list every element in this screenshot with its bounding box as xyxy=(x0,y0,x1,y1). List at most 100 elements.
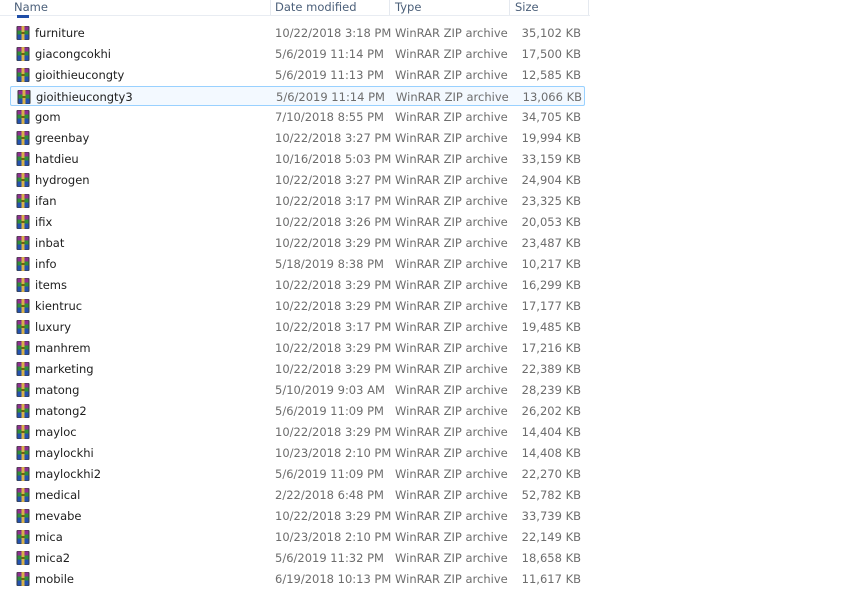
column-divider[interactable] xyxy=(270,0,271,15)
file-row[interactable]: medical 2/22/2018 6:48 PM WinRAR ZIP archi… xyxy=(10,485,585,505)
file-type: WinRAR ZIP archive xyxy=(395,257,508,271)
column-divider[interactable] xyxy=(389,0,390,15)
file-date-modified: 10/22/2018 3:17 PM xyxy=(275,320,392,334)
file-row[interactable]: mayloc 10/22/2018 3:29 PM WinRAR ZIP archi… xyxy=(10,422,585,442)
file-row[interactable]: matong2 5/6/2019 11:09 PM WinRAR ZIP archi… xyxy=(10,401,585,421)
file-date-modified: 5/6/2019 11:09 PM xyxy=(275,404,384,418)
winrar-archive-icon xyxy=(15,235,31,251)
file-row[interactable]: items 10/22/2018 3:29 PM WinRAR ZIP archiv… xyxy=(10,275,585,295)
file-date-modified: 10/22/2018 3:27 PM xyxy=(275,131,392,145)
column-header-name[interactable]: Name xyxy=(14,0,48,15)
file-date-modified: 10/22/2018 3:29 PM xyxy=(275,236,392,250)
winrar-archive-icon xyxy=(15,361,31,377)
column-divider[interactable] xyxy=(509,0,510,15)
winrar-archive-icon xyxy=(15,151,31,167)
column-header-type[interactable]: Type xyxy=(395,0,421,15)
file-row[interactable]: ifan 10/22/2018 3:17 PM WinRAR ZIP archive… xyxy=(10,191,585,211)
file-name: mica xyxy=(35,530,63,544)
winrar-archive-icon xyxy=(15,109,31,125)
file-date-modified: 10/22/2018 3:29 PM xyxy=(275,341,392,355)
column-header-bar: Name Date modified Type Size xyxy=(0,0,590,16)
file-name: mevabe xyxy=(35,509,82,523)
file-size: 14,404 KB xyxy=(521,425,581,439)
file-name: mayloc xyxy=(35,425,77,439)
file-name: maylockhi2 xyxy=(35,467,102,481)
file-name: ifan xyxy=(35,194,57,208)
file-date-modified: 10/22/2018 3:27 PM xyxy=(275,173,392,187)
file-type: WinRAR ZIP archive xyxy=(395,236,508,250)
file-row[interactable]: hatdieu 10/16/2018 5:03 PM WinRAR ZIP arch… xyxy=(10,149,585,169)
file-name: hydrogen xyxy=(35,173,90,187)
file-date-modified: 10/22/2018 3:29 PM xyxy=(275,278,392,292)
file-size: 14,408 KB xyxy=(521,446,581,460)
file-date-modified: 10/23/2018 2:10 PM xyxy=(275,446,392,460)
file-type: WinRAR ZIP archive xyxy=(395,425,508,439)
file-type: WinRAR ZIP archive xyxy=(395,47,508,61)
winrar-archive-icon xyxy=(15,130,31,146)
file-type: WinRAR ZIP archive xyxy=(395,383,508,397)
file-date-modified: 10/22/2018 3:29 PM xyxy=(275,362,392,376)
file-type: WinRAR ZIP archive xyxy=(395,110,508,124)
file-date-modified: 10/22/2018 3:29 PM xyxy=(275,425,392,439)
winrar-archive-icon xyxy=(15,550,31,566)
file-name: marketing xyxy=(35,362,94,376)
file-date-modified: 5/18/2019 8:38 PM xyxy=(275,257,384,271)
file-row[interactable]: manhrem 10/22/2018 3:29 PM WinRAR ZIP arch… xyxy=(10,338,585,358)
file-name: items xyxy=(35,278,67,292)
file-size: 22,389 KB xyxy=(521,362,581,376)
file-row[interactable]: gom 7/10/2018 8:55 PM WinRAR ZIP archive 34… xyxy=(10,107,585,127)
winrar-archive-icon xyxy=(15,277,31,293)
winrar-archive-icon xyxy=(15,529,31,545)
column-header-date-modified[interactable]: Date modified xyxy=(275,0,357,15)
file-type: WinRAR ZIP archive xyxy=(395,530,508,544)
file-row[interactable]: furniture 10/22/2018 3:18 PM WinRAR ZIP ar… xyxy=(10,23,585,43)
file-row[interactable]: gioithieucongty3 5/6/2019 11:14 PM WinRAR … xyxy=(10,86,585,106)
file-row[interactable]: mobile 6/19/2018 10:13 PM WinRAR ZIP archi… xyxy=(10,569,585,589)
file-row[interactable]: maylockhi 10/23/2018 2:10 PM WinRAR ZIP ar… xyxy=(10,443,585,463)
file-row[interactable]: mevabe 10/22/2018 3:29 PM WinRAR ZIP archi… xyxy=(10,506,585,526)
file-row[interactable]: hydrogen 10/22/2018 3:27 PM WinRAR ZIP arc… xyxy=(10,170,585,190)
column-header-size[interactable]: Size xyxy=(515,0,539,15)
winrar-archive-icon xyxy=(16,89,32,105)
file-size: 19,994 KB xyxy=(521,131,581,145)
file-size: 17,216 KB xyxy=(521,341,581,355)
column-divider[interactable] xyxy=(588,0,589,15)
file-type: WinRAR ZIP archive xyxy=(395,215,508,229)
file-row[interactable]: mica 10/23/2018 2:10 PM WinRAR ZIP archive… xyxy=(10,527,585,547)
file-type: WinRAR ZIP archive xyxy=(395,68,508,82)
file-size: 20,053 KB xyxy=(521,215,581,229)
file-row[interactable]: greenbay 10/22/2018 3:27 PM WinRAR ZIP arc… xyxy=(10,128,585,148)
file-type: WinRAR ZIP archive xyxy=(396,90,509,104)
file-size: 10,217 KB xyxy=(521,257,581,271)
file-row[interactable]: maylockhi2 5/6/2019 11:09 PM WinRAR ZIP ar… xyxy=(10,464,585,484)
file-row[interactable]: info 5/18/2019 8:38 PM WinRAR ZIP archive 1… xyxy=(10,254,585,274)
file-name: info xyxy=(35,257,57,271)
winrar-archive-icon xyxy=(15,445,31,461)
file-size: 28,239 KB xyxy=(521,383,581,397)
file-type: WinRAR ZIP archive xyxy=(395,341,508,355)
file-type: WinRAR ZIP archive xyxy=(395,194,508,208)
file-type: WinRAR ZIP archive xyxy=(395,152,508,166)
file-name: kientruc xyxy=(35,299,83,313)
file-row[interactable]: inbat 10/22/2018 3:29 PM WinRAR ZIP archiv… xyxy=(10,233,585,253)
file-row[interactable]: ifix 10/22/2018 3:26 PM WinRAR ZIP archive… xyxy=(10,212,585,232)
file-type: WinRAR ZIP archive xyxy=(395,404,508,418)
file-type: WinRAR ZIP archive xyxy=(395,173,508,187)
file-row[interactable]: kientruc 10/22/2018 3:29 PM WinRAR ZIP arc… xyxy=(10,296,585,316)
file-name: manhrem xyxy=(35,341,91,355)
file-date-modified: 2/22/2018 6:48 PM xyxy=(275,488,384,502)
file-date-modified: 10/22/2018 3:29 PM xyxy=(275,509,392,523)
file-row[interactable]: gioithieucongty 5/6/2019 11:13 PM WinRAR Z… xyxy=(10,65,585,85)
file-date-modified: 10/22/2018 3:17 PM xyxy=(275,194,392,208)
winrar-archive-icon xyxy=(15,382,31,398)
file-row[interactable]: matong 5/10/2019 9:03 AM WinRAR ZIP archiv… xyxy=(10,380,585,400)
winrar-archive-icon xyxy=(15,25,31,41)
file-row[interactable]: marketing 10/22/2018 3:29 PM WinRAR ZIP ar… xyxy=(10,359,585,379)
winrar-archive-icon xyxy=(15,46,31,62)
winrar-archive-icon xyxy=(15,508,31,524)
file-row[interactable]: luxury 10/22/2018 3:17 PM WinRAR ZIP archi… xyxy=(10,317,585,337)
file-date-modified: 5/6/2019 11:14 PM xyxy=(276,90,385,104)
file-row[interactable]: giacongcokhi 5/6/2019 11:14 PM WinRAR ZIP … xyxy=(10,44,585,64)
file-row[interactable]: mica2 5/6/2019 11:32 PM WinRAR ZIP archive… xyxy=(10,548,585,568)
winrar-archive-icon xyxy=(15,403,31,419)
